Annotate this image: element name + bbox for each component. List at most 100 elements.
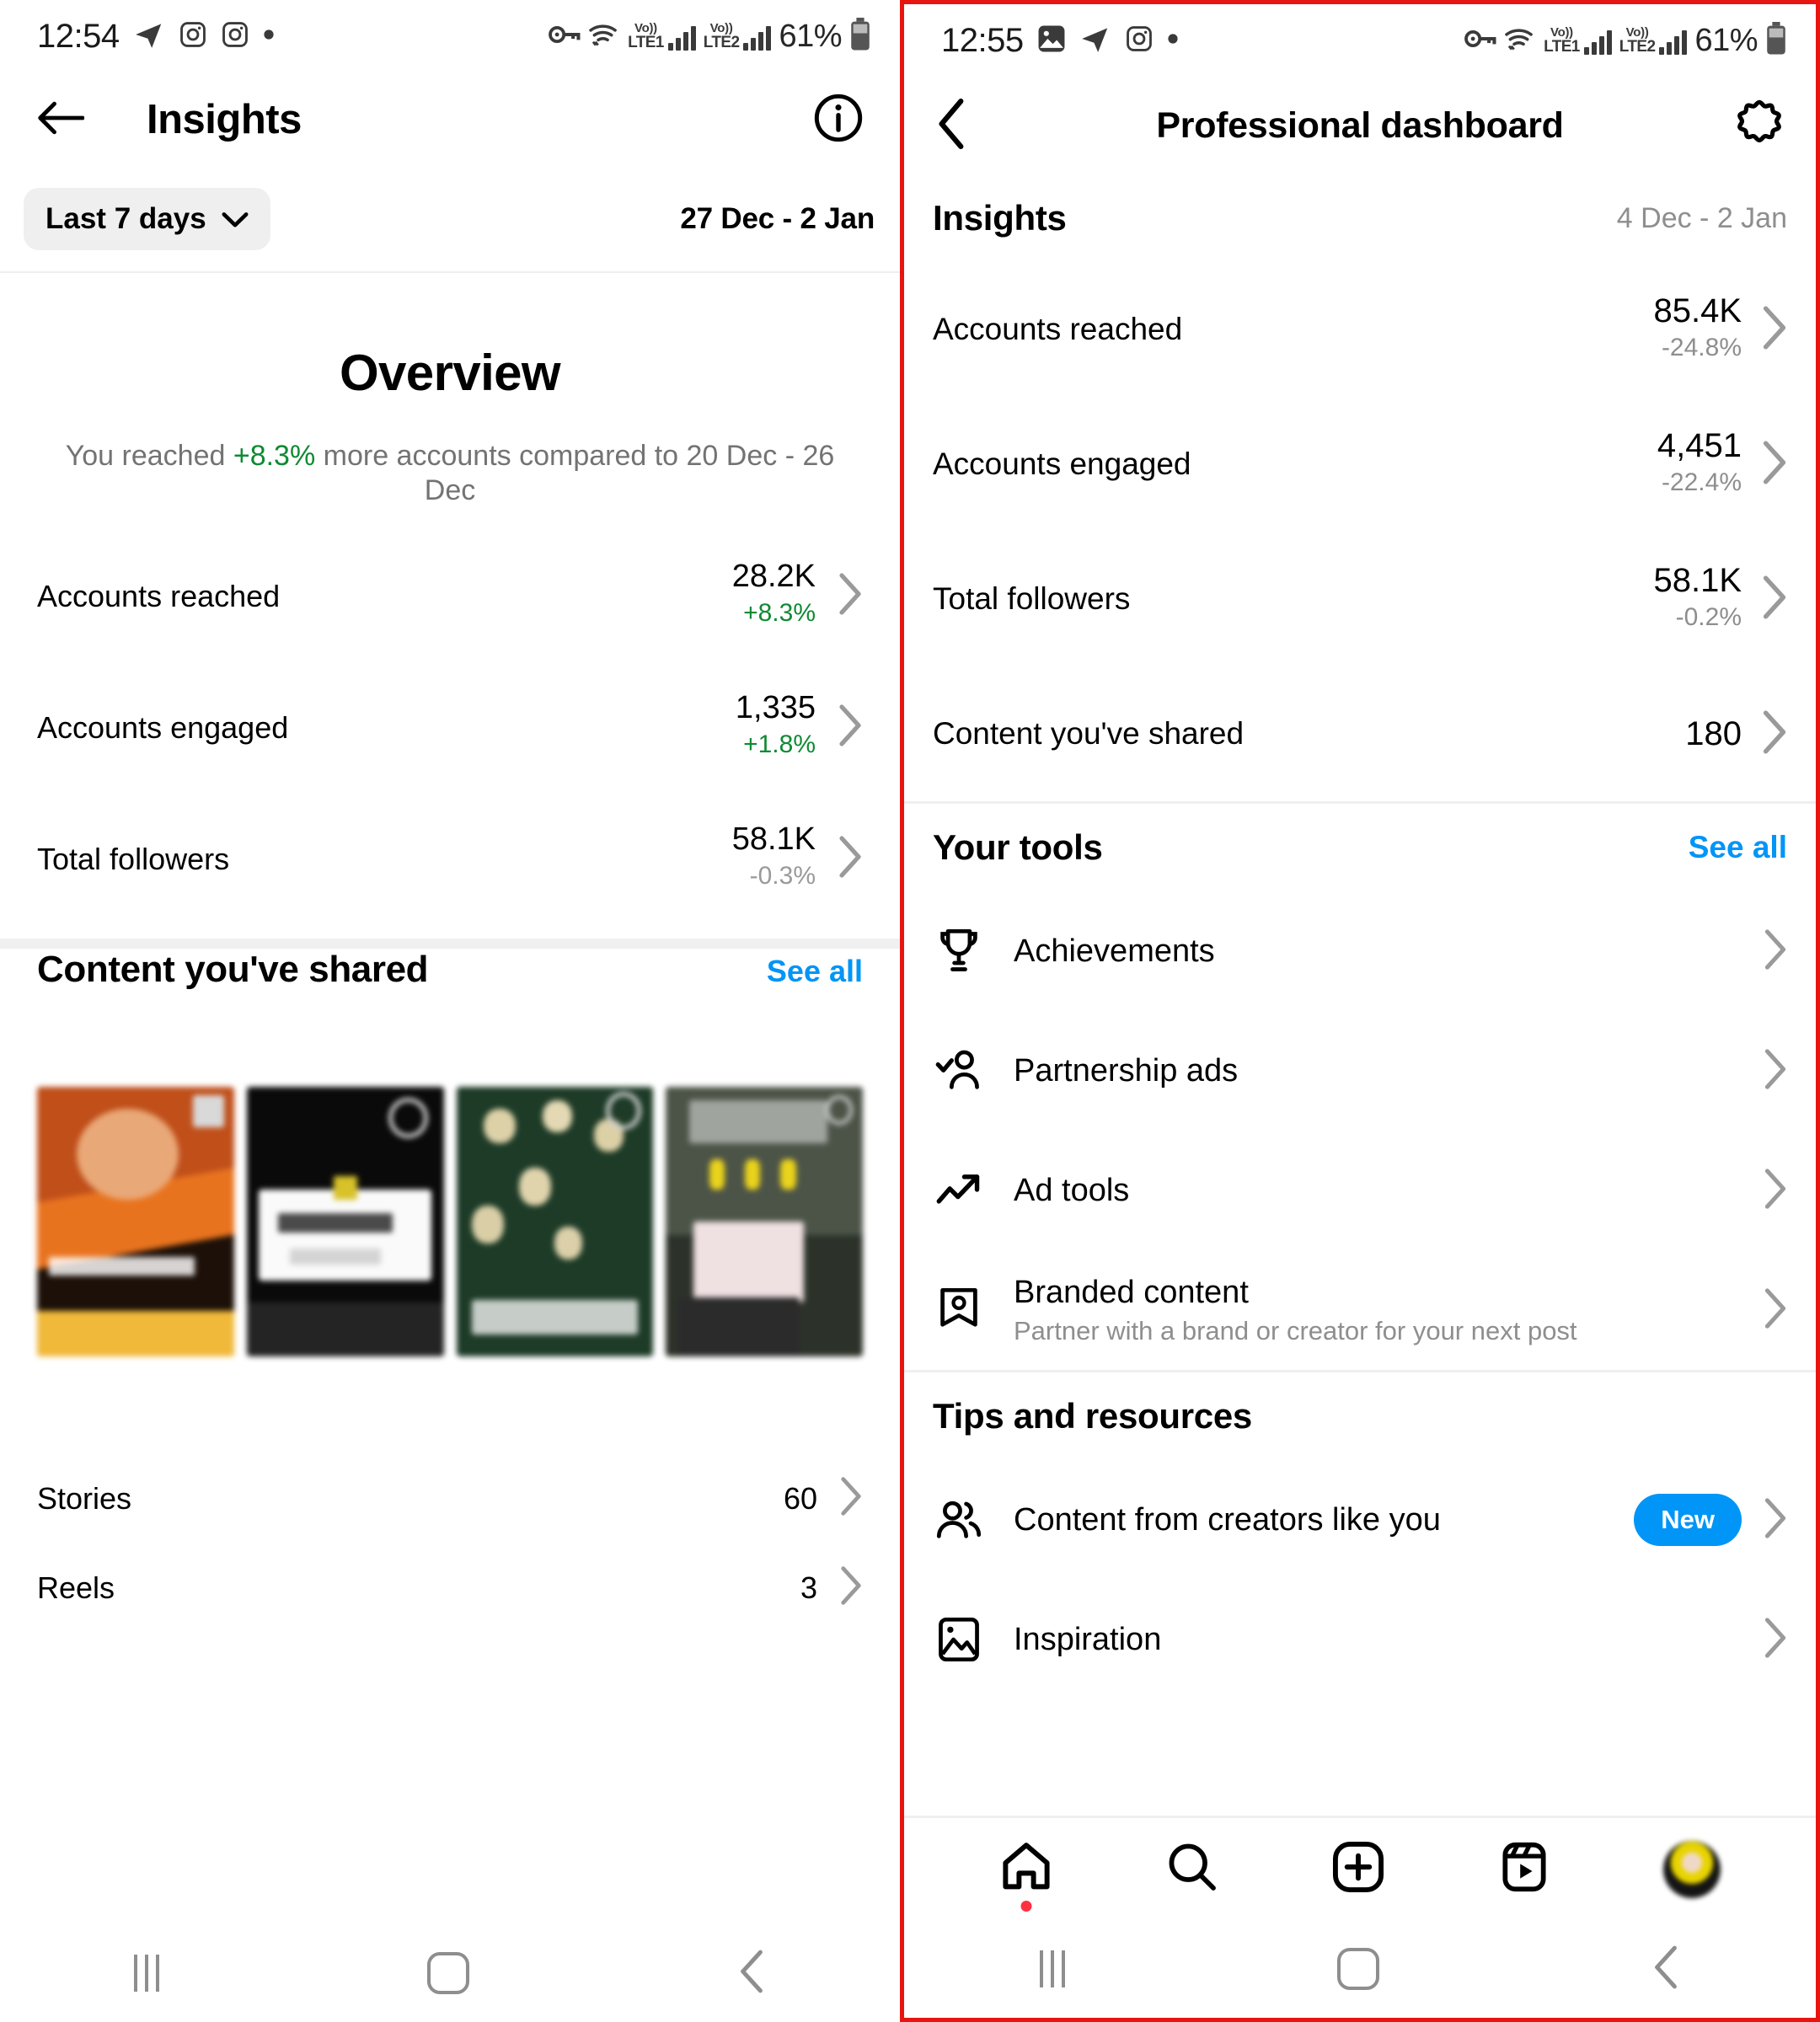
overview-subtitle: You reached +8.3% more accounts compared…: [62, 439, 838, 509]
your-tools-title: Your tools: [933, 827, 1103, 867]
tool-row-partnership-ads[interactable]: Partnership ads: [904, 1011, 1816, 1131]
chevron-right-icon: [839, 1476, 863, 1521]
android-nav-bar-left: [0, 1924, 900, 2022]
nav-create[interactable]: [1331, 1840, 1385, 1898]
date-range-label: 27 Dec - 2 Jan: [680, 202, 875, 235]
chevron-right-icon: [1762, 305, 1787, 355]
chevron-left-icon[interactable]: [936, 98, 968, 154]
content-thumbnail[interactable]: [456, 1086, 654, 1356]
recents-button[interactable]: [134, 1955, 159, 1992]
signal-bars-2: [743, 25, 772, 51]
wifi-icon: [1504, 25, 1536, 56]
home-button[interactable]: [1336, 1948, 1379, 1990]
metric-row[interactable]: Content you've shared 180: [904, 666, 1816, 801]
tip-label: Inspiration: [1014, 1621, 1162, 1657]
branded-content-icon: [933, 1284, 985, 1336]
tool-row-achievements[interactable]: Achievements: [904, 891, 1816, 1011]
home-button[interactable]: [427, 1952, 469, 1994]
metric-row[interactable]: Total followers 58.1K -0.3%: [0, 794, 900, 925]
sim2-signal: Vo)) LTE2: [704, 22, 772, 51]
back-button[interactable]: [1651, 1944, 1680, 1994]
date-filter-chip[interactable]: Last 7 days: [24, 188, 270, 250]
metric-row[interactable]: Accounts reached 85.4K -24.8%: [904, 262, 1816, 397]
metric-value: 58.1K: [731, 821, 816, 858]
tips-list: Content from creators like you New Inspi…: [904, 1460, 1816, 1699]
chevron-right-icon: [1764, 1048, 1787, 1094]
metric-value: 1,335: [735, 690, 816, 726]
metric-row[interactable]: Accounts reached 28.2K +8.3%: [0, 531, 900, 662]
nav-search[interactable]: [1166, 1841, 1218, 1897]
content-type-row[interactable]: Reels 3: [0, 1543, 900, 1633]
tool-label: Achievements: [1014, 933, 1215, 969]
more-dot-icon: [263, 29, 275, 45]
info-circle-icon[interactable]: [814, 94, 863, 147]
metric-delta: -22.4%: [1661, 468, 1742, 496]
metric-label: Total followers: [37, 841, 230, 876]
content-type-row[interactable]: Stories 60: [0, 1454, 900, 1543]
nav-home[interactable]: [999, 1840, 1053, 1912]
tool-label: Partnership ads: [1014, 1052, 1239, 1089]
tool-row-branded-content[interactable]: Branded content Partner with a brand or …: [904, 1250, 1816, 1370]
status-badge: New: [1634, 1494, 1742, 1546]
recents-button[interactable]: [1040, 1950, 1066, 1987]
gear-icon[interactable]: [1735, 99, 1784, 152]
gallery-icon: [1037, 24, 1066, 57]
tools-see-all-link[interactable]: See all: [1689, 830, 1787, 865]
content-see-all-link[interactable]: See all: [767, 954, 863, 989]
nav-profile[interactable]: [1663, 1840, 1721, 1898]
content-thumbnail[interactable]: [246, 1086, 444, 1356]
content-shared-header: Content you've shared See all: [0, 949, 900, 1087]
status-bar-right: 12:55 Vo)) LTE1 Vo)) LTE2 61%: [904, 4, 1816, 77]
status-bar-left: 12:54 Vo)) LTE1 Vo)) LTE2 61%: [0, 0, 900, 72]
tip-row-inspiration[interactable]: Inspiration: [904, 1580, 1816, 1699]
volte-label-2: Vo)): [709, 21, 733, 35]
chevron-right-icon: [1762, 709, 1787, 759]
metric-row[interactable]: Accounts engaged 4,451 -22.4%: [904, 397, 1816, 532]
back-button[interactable]: [737, 1949, 766, 1998]
sim1-signal: Vo)) LTE1: [628, 22, 696, 51]
status-right-group: Vo)) LTE1 Vo)) LTE2 61%: [1464, 21, 1787, 60]
metric-row[interactable]: Total followers 58.1K -0.2%: [904, 532, 1816, 666]
right-screen-professional-dashboard: 12:55 Vo)) LTE1 Vo)) LTE2 61% Profession…: [900, 0, 1820, 2022]
left-screen-insights: 12:54 Vo)) LTE1 Vo)) LTE2 61% Insights L…: [0, 0, 900, 2022]
wifi-icon: [588, 21, 620, 52]
page-title: Insights: [147, 97, 302, 142]
arrow-left-icon[interactable]: [37, 100, 85, 140]
tool-subtitle: Partner with a brand or creator for your…: [1014, 1315, 1577, 1345]
sim2-label: LTE2: [703, 34, 740, 51]
more-dot-icon: [1167, 33, 1179, 49]
tip-row-creators[interactable]: Content from creators like you New: [904, 1460, 1816, 1580]
overview-sub-prefix: You reached: [65, 440, 233, 472]
nav-reels[interactable]: [1498, 1841, 1550, 1897]
battery-percent: 61%: [779, 18, 842, 54]
people-icon: [933, 1494, 985, 1546]
chevron-right-icon: [839, 1565, 863, 1610]
app-bar-left: Insights: [0, 72, 900, 167]
tip-label: Content from creators like you: [1014, 1501, 1441, 1538]
sim1-label: LTE1: [628, 34, 664, 51]
sim1-label: LTE1: [1544, 38, 1580, 56]
tool-row-ad-tools[interactable]: Ad tools: [904, 1131, 1816, 1250]
metric-label: Accounts engaged: [933, 447, 1191, 481]
content-thumbnail[interactable]: [666, 1086, 863, 1356]
telegram-icon: [1079, 23, 1111, 59]
reels-icon: [1498, 1841, 1550, 1897]
trophy-icon: [933, 925, 985, 977]
metric-label: Total followers: [933, 581, 1131, 616]
chevron-right-icon: [1762, 440, 1787, 489]
home-icon: [999, 1840, 1053, 1898]
tools-list: Achievements Partnership ads Ad tools Br…: [904, 891, 1816, 1370]
status-left-group: 12:55: [941, 22, 1179, 60]
signal-bars-1: [667, 25, 696, 51]
content-thumbnail[interactable]: [37, 1086, 234, 1356]
tips-section-header: Tips and resources: [904, 1372, 1816, 1460]
chevron-right-icon: [1762, 575, 1787, 624]
signal-bars-1: [1583, 29, 1612, 55]
metric-label: Accounts reached: [933, 312, 1183, 346]
metric-row[interactable]: Accounts engaged 1,335 +1.8%: [0, 662, 900, 794]
insights-date-range: 4 Dec - 2 Jan: [1616, 201, 1787, 234]
tool-label: Ad tools: [1014, 1172, 1130, 1208]
dual-screenshot: 12:54 Vo)) LTE1 Vo)) LTE2 61% Insights L…: [0, 0, 1820, 2022]
metric-delta: -24.8%: [1661, 333, 1742, 361]
overview-metrics-list: Accounts reached 28.2K +8.3% Accounts en…: [0, 531, 900, 925]
